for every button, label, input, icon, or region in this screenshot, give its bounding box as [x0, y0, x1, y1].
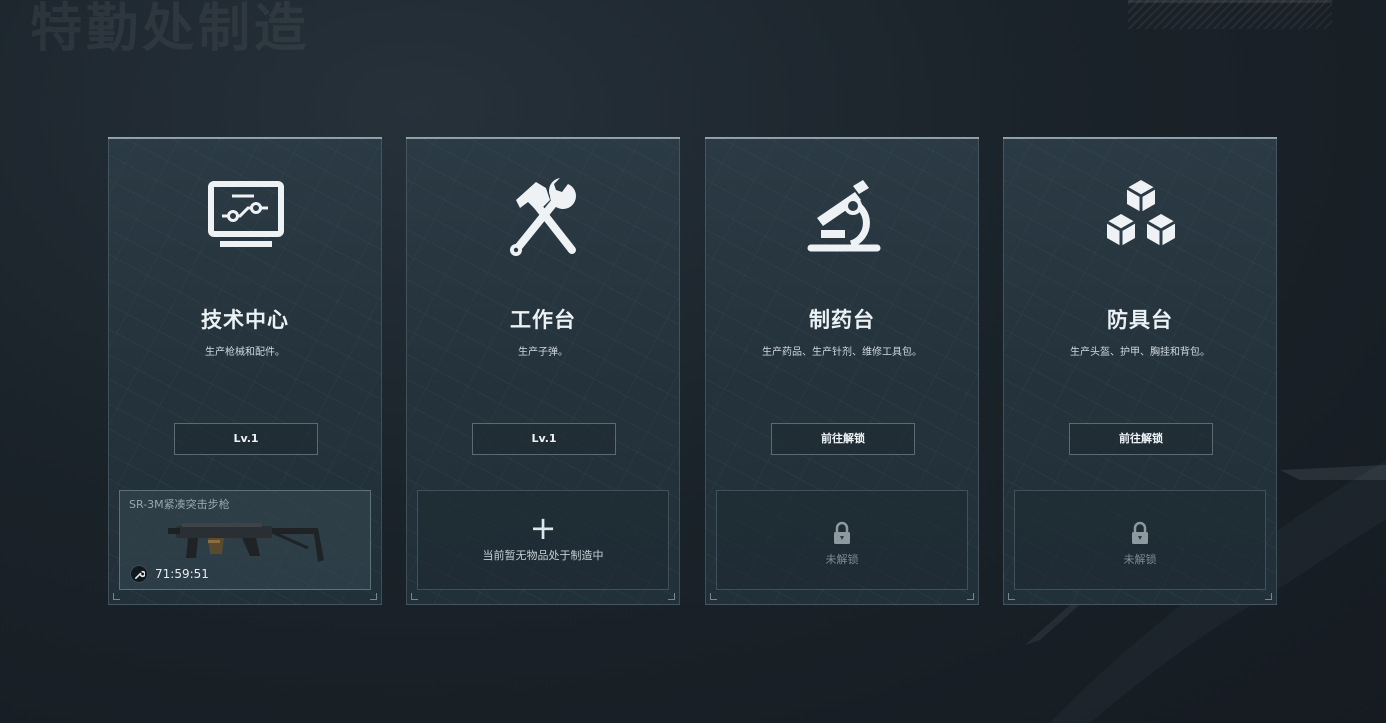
workstation-name: 工作台 [510, 308, 576, 332]
workstation-name: 制药台 [809, 308, 875, 332]
corner-decoration [668, 593, 675, 600]
crafting-slot[interactable]: SR-3M紧凑突击步枪 71:59:51 [119, 490, 371, 590]
corner-decoration [370, 593, 377, 600]
microscope-icon [807, 180, 881, 252]
workstation-description: 生产子弹。 [518, 347, 568, 358]
plus-icon: + [529, 509, 557, 547]
hammer-wrench-icon [510, 178, 576, 256]
workstation-card-pharmacy[interactable]: 制药台 生产药品、生产针剂、维修工具包。 前往解锁 未解锁 [705, 137, 979, 605]
unlock-button[interactable]: 前往解锁 [1069, 423, 1213, 455]
corner-decoration [710, 593, 717, 600]
workstation-card-tech-center[interactable]: 技术中心 生产枪械和配件。 Lv.1 SR-3M紧凑突击步枪 71:59:51 [108, 137, 382, 605]
level-button[interactable]: Lv.1 [472, 423, 616, 455]
corner-decoration [967, 593, 974, 600]
locked-text: 未解锁 [825, 553, 859, 566]
top-decoration [1128, 0, 1332, 29]
corner-decoration [113, 593, 120, 600]
workstation-name: 技术中心 [201, 308, 289, 332]
crafting-timer: 71:59:51 [130, 565, 209, 583]
unlock-button[interactable]: 前往解锁 [771, 423, 915, 455]
lock-icon [1132, 521, 1148, 544]
locked-slot: 未解锁 [1014, 490, 1266, 590]
empty-slot-text: 当前暂无物品处于制造中 [482, 549, 604, 562]
corner-decoration [1008, 593, 1015, 600]
locked-text: 未解锁 [1123, 553, 1157, 566]
rifle-icon [168, 523, 324, 562]
empty-crafting-slot[interactable]: + 当前暂无物品处于制造中 [417, 490, 669, 590]
workstation-description: 生产枪械和配件。 [205, 347, 285, 358]
monitor-circuit-icon [208, 181, 284, 247]
workstation-card-workbench[interactable]: 工作台 生产子弹。 Lv.1 + 当前暂无物品处于制造中 [406, 137, 680, 605]
wrench-icon [130, 565, 148, 583]
page-title: 特勤处制造 [30, 0, 311, 59]
workstation-card-armor[interactable]: 防具台 生产头盔、护甲、胸挂和背包。 前往解锁 未解锁 [1003, 137, 1277, 605]
locked-slot: 未解锁 [716, 490, 968, 590]
time-remaining: 71:59:51 [155, 567, 209, 581]
cubes-icon [1106, 180, 1176, 246]
corner-decoration [1265, 593, 1272, 600]
crafting-item-name: SR-3M紧凑突击步枪 [129, 498, 230, 511]
level-button[interactable]: Lv.1 [174, 423, 318, 455]
corner-decoration [411, 593, 418, 600]
lock-icon [834, 521, 850, 544]
workstation-description: 生产药品、生产针剂、维修工具包。 [762, 347, 922, 358]
workstation-description: 生产头盔、护甲、胸挂和背包。 [1070, 347, 1210, 358]
workstation-name: 防具台 [1107, 308, 1173, 332]
